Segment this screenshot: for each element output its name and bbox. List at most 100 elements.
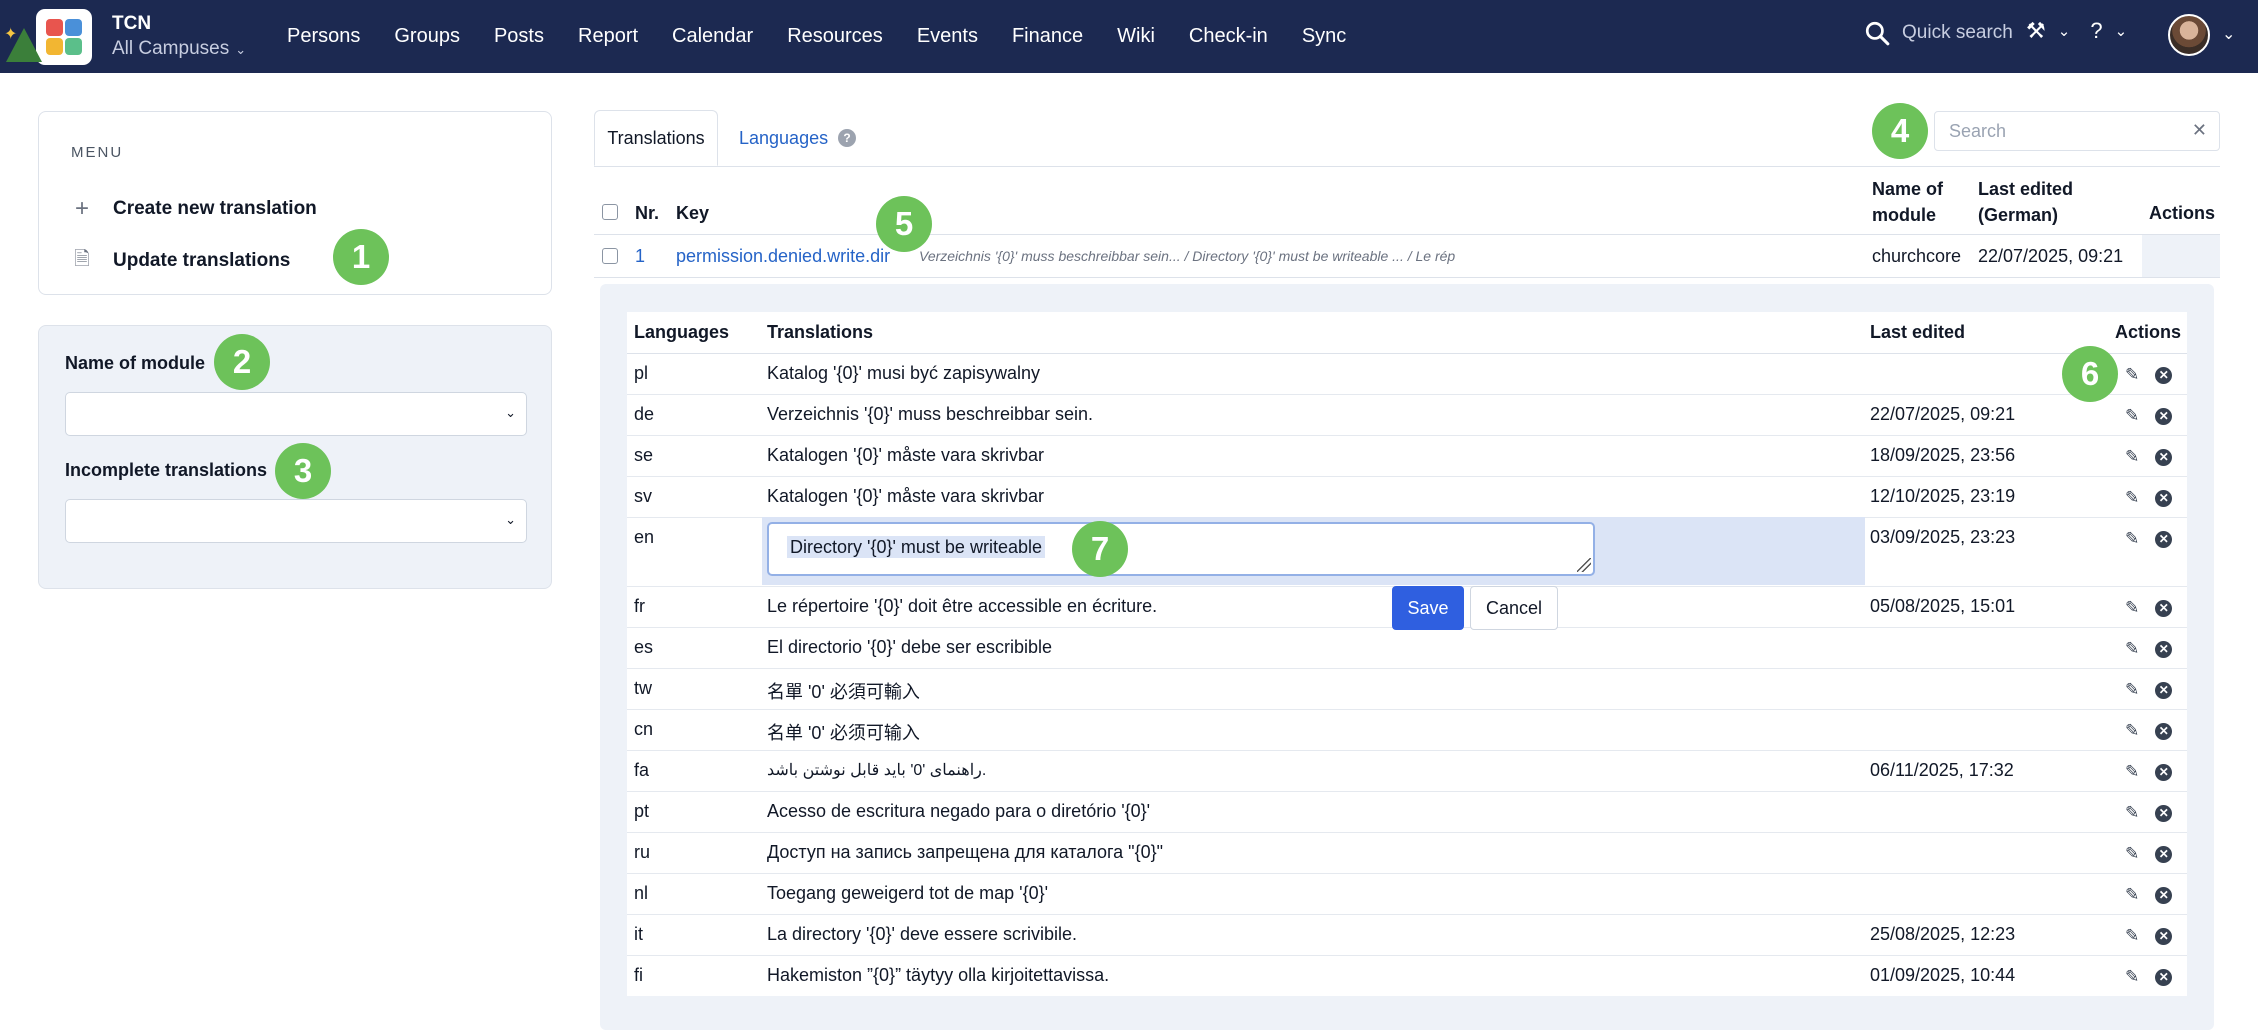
translation-text: Katalogen '{0}' måste vara skrivbar xyxy=(767,445,1045,465)
help-icon[interactable]: ? xyxy=(2090,18,2102,44)
translation-text: Katalog '{0}' musi być zapisywalny xyxy=(767,363,1041,383)
delete-icon[interactable]: ✕ xyxy=(2155,681,2173,699)
main-nav: Persons Groups Posts Report Calendar Res… xyxy=(270,0,1363,73)
lang-code: fr xyxy=(634,596,645,616)
resize-handle-icon[interactable] xyxy=(1577,558,1591,572)
delete-icon[interactable]: ✕ xyxy=(2155,366,2173,384)
nav-groups[interactable]: Groups xyxy=(394,25,460,48)
delete-icon[interactable]: ✕ xyxy=(2155,845,2173,863)
tab-languages[interactable]: Languages ? xyxy=(739,110,857,166)
quick-search[interactable]: Quick search xyxy=(1864,20,2013,46)
edit-icon[interactable]: ✎ xyxy=(2125,803,2139,823)
translation-text: Katalogen '{0}' måste vara skrivbar xyxy=(767,486,1045,506)
star-icon: ✦ xyxy=(4,26,18,43)
edit-icon[interactable]: ✎ xyxy=(2125,365,2139,385)
chevron-down-icon[interactable]: ⌄ xyxy=(2222,24,2235,44)
actions-cell xyxy=(2142,235,2220,277)
row-key-link[interactable]: permission.denied.write.dir xyxy=(676,246,890,267)
lang-code: pt xyxy=(634,801,650,821)
sub-header-languages: Languages xyxy=(634,322,730,342)
delete-icon[interactable]: ✕ xyxy=(2155,927,2173,945)
edit-icon[interactable]: ✎ xyxy=(2125,762,2139,782)
incomplete-select[interactable]: ⌄ xyxy=(65,499,527,543)
help-icon[interactable]: ? xyxy=(838,129,857,147)
edit-icon[interactable]: ✎ xyxy=(2125,529,2139,549)
edit-icon[interactable]: ✎ xyxy=(2125,488,2139,508)
delete-icon[interactable]: ✕ xyxy=(2155,640,2173,658)
row-checkbox[interactable] xyxy=(602,248,618,264)
create-translation-label: Create new translation xyxy=(113,198,317,219)
lang-code: pl xyxy=(634,363,649,383)
quick-search-label: Quick search xyxy=(1902,22,2013,43)
app-logo[interactable] xyxy=(36,9,92,65)
delete-icon[interactable]: ✕ xyxy=(2155,968,2173,986)
nav-sync[interactable]: Sync xyxy=(1302,25,1346,48)
header-actions: Actions xyxy=(2149,203,2216,223)
search-icon xyxy=(1865,21,1890,46)
edit-icon[interactable]: ✎ xyxy=(2125,406,2139,426)
translation-row: tw 名單 '0' 必須可輸入 ✎ ✕ xyxy=(627,668,2187,710)
delete-icon[interactable]: ✕ xyxy=(2155,599,2173,617)
nav-persons[interactable]: Persons xyxy=(287,25,360,48)
save-button[interactable]: Save xyxy=(1392,586,1464,630)
translations-subtable: Languages Translations Last edited Actio… xyxy=(627,312,2187,996)
nav-wiki[interactable]: Wiki xyxy=(1117,25,1155,48)
row-nr[interactable]: 1 xyxy=(635,246,645,267)
module-select[interactable]: ⌄ xyxy=(65,392,527,436)
edit-icon[interactable]: ✎ xyxy=(2125,967,2139,987)
edit-icon[interactable]: ✎ xyxy=(2125,598,2139,618)
translation-row: ru Доступ на запись запрещена для катало… xyxy=(627,832,2187,874)
delete-icon[interactable]: ✕ xyxy=(2155,763,2173,781)
clear-icon[interactable]: ✕ xyxy=(2192,120,2207,141)
nav-report[interactable]: Report xyxy=(578,25,638,48)
delete-icon[interactable]: ✕ xyxy=(2155,448,2173,466)
update-translations-link[interactable]: 🗎 Update translations xyxy=(71,245,290,277)
chevron-down-icon[interactable]: ⌄ xyxy=(2115,22,2128,40)
edit-icon[interactable]: ✎ xyxy=(2125,721,2139,741)
translation-edited: 25/08/2025, 12:23 xyxy=(1870,924,2016,944)
lang-code: cn xyxy=(634,719,654,739)
top-actions: ⚒ ⌄ ? ⌄ xyxy=(2026,18,2127,44)
delete-icon[interactable]: ✕ xyxy=(2155,722,2173,740)
translation-edited: 18/09/2025, 23:56 xyxy=(1870,445,2016,465)
translation-text: Hakemiston ”{0}” täytyy olla kirjoitetta… xyxy=(767,965,1110,985)
translation-text: 名单 '0' 必须可输入 xyxy=(767,723,920,743)
translation-text: Verzeichnis '{0}' muss beschreibbar sein… xyxy=(767,404,1094,424)
edit-icon[interactable]: ✎ xyxy=(2125,885,2139,905)
campus-selector[interactable]: All Campuses ⌄ xyxy=(112,38,246,60)
delete-icon[interactable]: ✕ xyxy=(2155,886,2173,904)
delete-icon[interactable]: ✕ xyxy=(2155,530,2173,548)
create-translation-link[interactable]: + Create new translation xyxy=(71,195,317,223)
nav-events[interactable]: Events xyxy=(917,25,978,48)
nav-calendar[interactable]: Calendar xyxy=(672,25,753,48)
translation-row: pl Katalog '{0}' musi być zapisywalny ✎ ✕ xyxy=(627,353,2187,395)
delete-icon[interactable]: ✕ xyxy=(2155,804,2173,822)
search-input[interactable]: Search ✕ xyxy=(1934,111,2220,151)
edit-icon[interactable]: ✎ xyxy=(2125,639,2139,659)
delete-icon[interactable]: ✕ xyxy=(2155,489,2173,507)
table-row[interactable]: 1 permission.denied.write.dir Verzeichni… xyxy=(594,235,2220,278)
nav-posts[interactable]: Posts xyxy=(494,25,544,48)
translation-edit-textarea[interactable]: Directory '{0}' must be writeable xyxy=(767,522,1595,576)
edit-icon[interactable]: ✎ xyxy=(2125,844,2139,864)
annotation-badge-2: 2 xyxy=(214,334,270,390)
chevron-down-icon[interactable]: ⌄ xyxy=(2058,22,2071,40)
sub-header-last-edited: Last edited xyxy=(1870,322,1966,342)
translation-edited: 01/09/2025, 10:44 xyxy=(1870,965,2016,985)
select-all-checkbox[interactable] xyxy=(602,204,618,220)
translation-text: 名單 '0' 必須可輸入 xyxy=(767,682,920,702)
translation-row: se Katalogen '{0}' måste vara skrivbar 1… xyxy=(627,435,2187,477)
tab-translations[interactable]: Translations xyxy=(594,110,718,166)
nav-resources[interactable]: Resources xyxy=(787,25,883,48)
edit-icon[interactable]: ✎ xyxy=(2125,447,2139,467)
tools-icon[interactable]: ⚒ xyxy=(2026,18,2046,44)
file-import-icon: 🗎 xyxy=(74,249,90,270)
delete-icon[interactable]: ✕ xyxy=(2155,407,2173,425)
nav-finance[interactable]: Finance xyxy=(1012,25,1083,48)
edit-icon[interactable]: ✎ xyxy=(2125,680,2139,700)
user-avatar[interactable] xyxy=(2168,14,2210,56)
nav-check-in[interactable]: Check-in xyxy=(1189,25,1268,48)
cancel-button[interactable]: Cancel xyxy=(1470,586,1558,630)
edit-icon[interactable]: ✎ xyxy=(2125,926,2139,946)
annotation-badge-3: 3 xyxy=(275,443,331,499)
